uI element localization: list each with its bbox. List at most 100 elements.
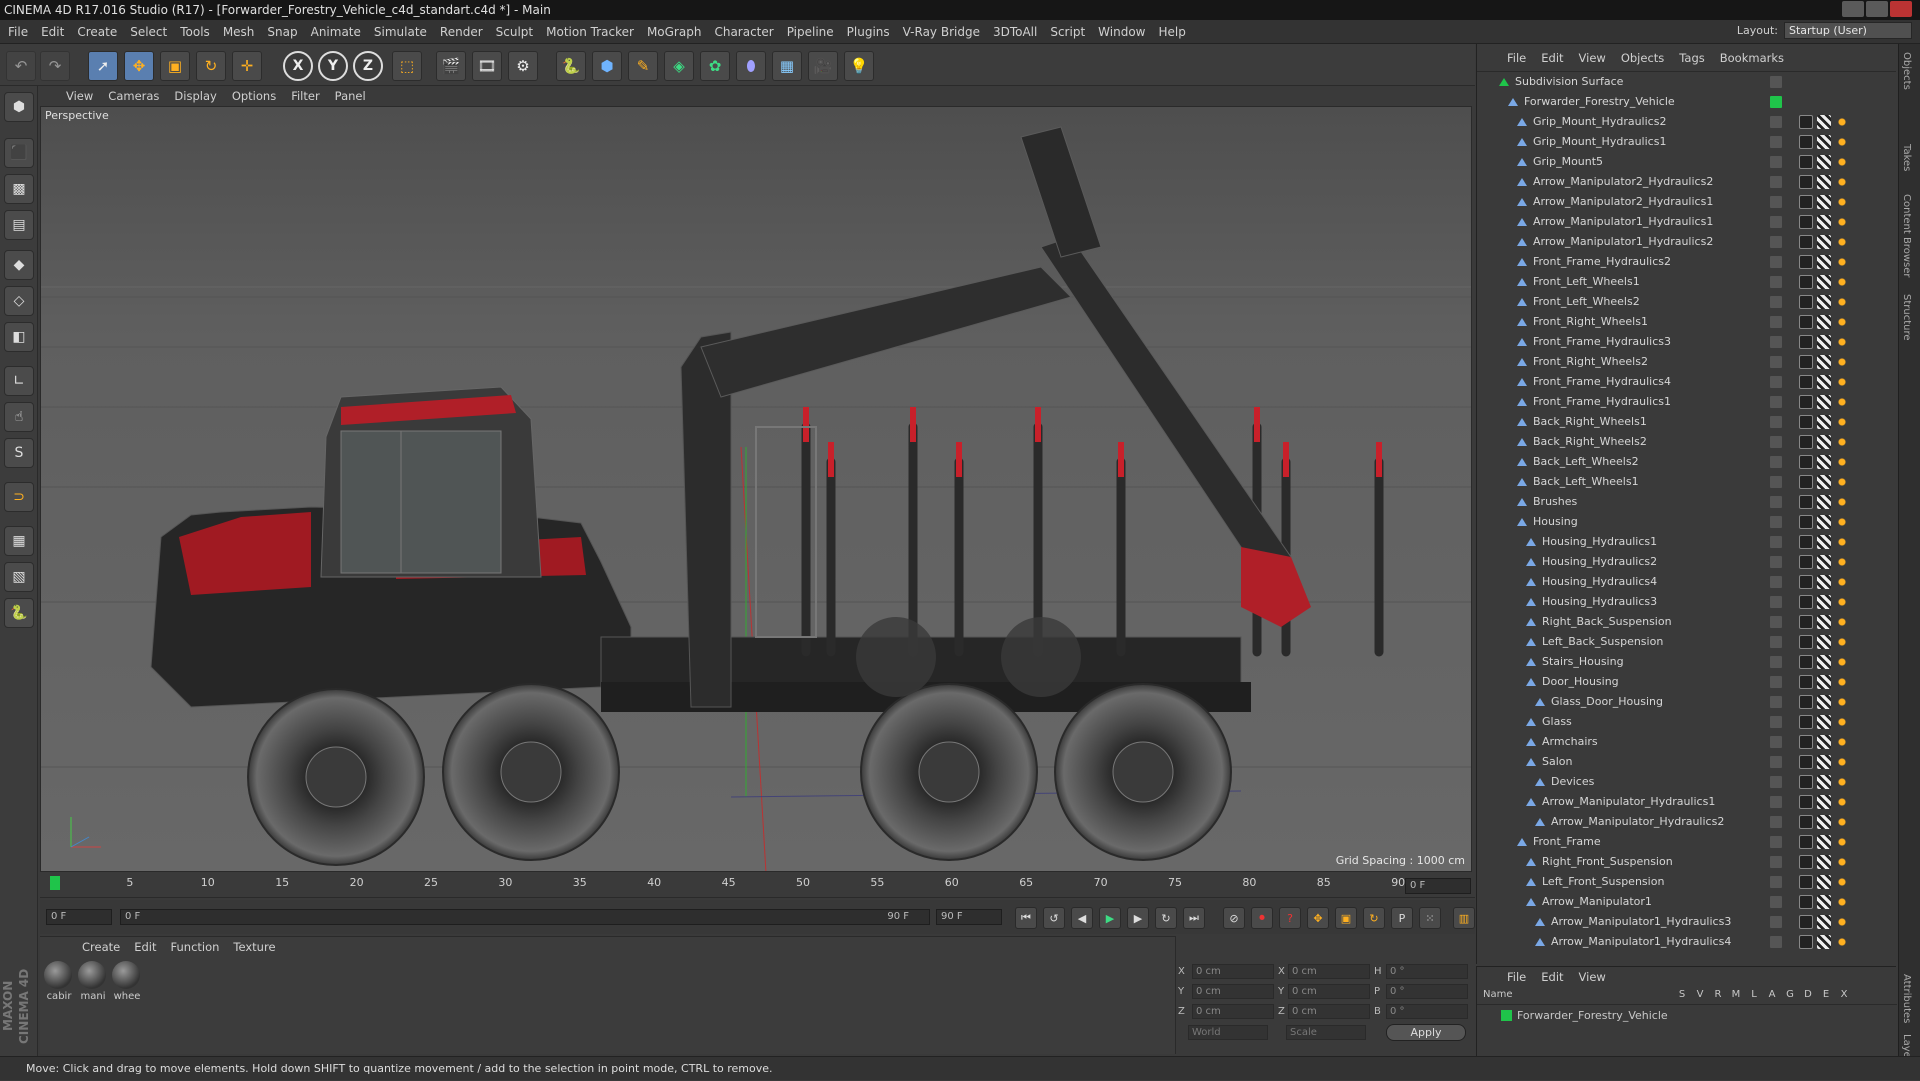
menu-motion-tracker[interactable]: Motion Tracker — [546, 25, 634, 39]
texture-tag-icon[interactable] — [1835, 775, 1849, 789]
object-row[interactable]: Glass_Door_Housing — [1477, 692, 1897, 712]
visibility-toggle[interactable] — [1770, 476, 1782, 488]
pos-y-field[interactable]: 0 cm — [1192, 984, 1274, 999]
phong-tag-icon[interactable] — [1799, 875, 1813, 889]
texture-tag-icon[interactable] — [1835, 355, 1849, 369]
visibility-toggle[interactable] — [1770, 716, 1782, 728]
texture-tag-icon[interactable] — [1835, 935, 1849, 949]
go-to-end-icon[interactable]: ⏭ — [1183, 907, 1205, 929]
visibility-toggle[interactable] — [1770, 796, 1782, 808]
layer-menu-view[interactable]: View — [1579, 970, 1606, 984]
visibility-toggle[interactable] — [1770, 896, 1782, 908]
perspective-viewport[interactable]: Perspective Grid Spacing : 1000 cm — [40, 106, 1472, 872]
texture-tag-icon[interactable] — [1835, 555, 1849, 569]
menu-script[interactable]: Script — [1050, 25, 1085, 39]
visibility-toggle[interactable] — [1770, 456, 1782, 468]
phong-tag-icon[interactable] — [1799, 835, 1813, 849]
object-row[interactable]: Front_Frame_Hydraulics1 — [1477, 392, 1897, 412]
workplane-mode-icon[interactable]: ▤ — [4, 210, 34, 240]
render-view-icon[interactable]: 🎬 — [436, 51, 466, 81]
phong-tag-icon[interactable] — [1799, 495, 1813, 509]
size-z-field[interactable]: 0 cm — [1288, 1004, 1370, 1019]
redo-icon[interactable]: ↷ — [40, 51, 70, 81]
visibility-toggle[interactable] — [1770, 216, 1782, 228]
phong-tag-icon[interactable] — [1799, 715, 1813, 729]
x-axis-lock-button[interactable]: X — [283, 51, 313, 81]
material-tag-icon[interactable] — [1817, 115, 1831, 129]
object-row[interactable]: Arrow_Manipulator_Hydraulics2 — [1477, 812, 1897, 832]
texture-tag-icon[interactable] — [1835, 755, 1849, 769]
visibility-toggle[interactable] — [1770, 676, 1782, 688]
menu-animate[interactable]: Animate — [311, 25, 361, 39]
material-tag-icon[interactable] — [1817, 195, 1831, 209]
edges-mode-icon[interactable]: ◇ — [4, 286, 34, 316]
undo-icon[interactable]: ↶ — [6, 51, 36, 81]
material-menu-edit[interactable]: Edit — [134, 940, 156, 954]
autokey-icon[interactable]: ? — [1279, 907, 1301, 929]
visibility-toggle[interactable] — [1770, 496, 1782, 508]
material-item[interactable]: whee — [112, 961, 142, 1002]
rot-b-field[interactable]: 0 ° — [1386, 1004, 1468, 1019]
phong-tag-icon[interactable] — [1799, 395, 1813, 409]
object-row[interactable]: Door_Housing — [1477, 672, 1897, 692]
timeline-window-icon[interactable]: ▥ — [1453, 907, 1475, 929]
object-row[interactable]: Forwarder_Forestry_Vehicle — [1477, 92, 1897, 112]
material-tag-icon[interactable] — [1817, 695, 1831, 709]
texture-tag-icon[interactable] — [1835, 275, 1849, 289]
layer-column-r[interactable]: R — [1709, 989, 1727, 1000]
snap-icon[interactable]: S — [4, 438, 34, 468]
material-tag-icon[interactable] — [1817, 875, 1831, 889]
texture-tag-icon[interactable] — [1835, 155, 1849, 169]
visibility-toggle[interactable] — [1770, 316, 1782, 328]
tab-objects[interactable]: Objects — [1901, 52, 1912, 90]
material-tag-icon[interactable] — [1817, 215, 1831, 229]
object-row[interactable]: Right_Front_Suspension — [1477, 852, 1897, 872]
material-tag-icon[interactable] — [1817, 435, 1831, 449]
menu-character[interactable]: Character — [714, 25, 773, 39]
material-tag-icon[interactable] — [1817, 755, 1831, 769]
material-tag-icon[interactable] — [1817, 495, 1831, 509]
polygons-mode-icon[interactable]: ◧ — [4, 322, 34, 352]
object-row[interactable]: Glass — [1477, 712, 1897, 732]
key-scale-icon[interactable]: ▣ — [1335, 907, 1357, 929]
material-item[interactable]: cabir — [44, 961, 74, 1002]
material-tag-icon[interactable] — [1817, 275, 1831, 289]
layer-menu-file[interactable]: File — [1507, 970, 1526, 984]
texture-tag-icon[interactable] — [1835, 895, 1849, 909]
size-x-field[interactable]: 0 cm — [1288, 964, 1370, 979]
material-tag-icon[interactable] — [1817, 155, 1831, 169]
deformer-icon[interactable]: ⬮ — [736, 51, 766, 81]
material-tag-icon[interactable] — [1817, 795, 1831, 809]
phong-tag-icon[interactable] — [1799, 235, 1813, 249]
visibility-toggle[interactable] — [1770, 756, 1782, 768]
phong-tag-icon[interactable] — [1799, 215, 1813, 229]
object-row[interactable]: Housing_Hydraulics4 — [1477, 572, 1897, 592]
visibility-toggle[interactable] — [1770, 356, 1782, 368]
texture-tag-icon[interactable] — [1835, 115, 1849, 129]
key-point-level-icon[interactable]: ⁙ — [1419, 907, 1441, 929]
object-row[interactable]: Front_Right_Wheels1 — [1477, 312, 1897, 332]
object-row[interactable]: Devices — [1477, 772, 1897, 792]
phong-tag-icon[interactable] — [1799, 475, 1813, 489]
layer-column-l[interactable]: L — [1745, 989, 1763, 1000]
visibility-toggle[interactable] — [1770, 436, 1782, 448]
current-frame-field[interactable]: 0 F — [1405, 878, 1471, 894]
visibility-toggle[interactable] — [1770, 876, 1782, 888]
visibility-toggle[interactable] — [1770, 236, 1782, 248]
material-tag-icon[interactable] — [1817, 835, 1831, 849]
mograph-cloner-icon[interactable]: ✿ — [700, 51, 730, 81]
visibility-toggle[interactable] — [1770, 376, 1782, 388]
playhead[interactable] — [50, 876, 60, 890]
material-tag-icon[interactable] — [1817, 175, 1831, 189]
menu-3dtoall[interactable]: 3DToAll — [993, 25, 1037, 39]
material-tag-icon[interactable] — [1817, 915, 1831, 929]
phong-tag-icon[interactable] — [1799, 635, 1813, 649]
texture-tag-icon[interactable] — [1835, 715, 1849, 729]
object-row[interactable]: Left_Back_Suspension — [1477, 632, 1897, 652]
object-row[interactable]: Armchairs — [1477, 732, 1897, 752]
layer-column-e[interactable]: E — [1817, 989, 1835, 1000]
y-axis-lock-button[interactable]: Y — [318, 51, 348, 81]
material-tag-icon[interactable] — [1817, 355, 1831, 369]
menu-tools[interactable]: Tools — [180, 25, 210, 39]
layer-column-d[interactable]: D — [1799, 989, 1817, 1000]
